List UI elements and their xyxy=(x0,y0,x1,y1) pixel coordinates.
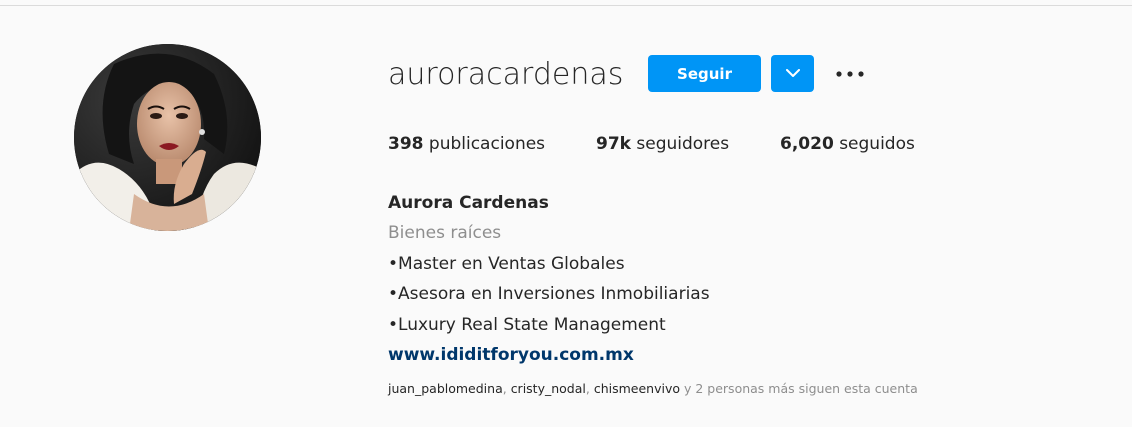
following-label: seguidos xyxy=(839,134,915,154)
profile-username: auroracardenas xyxy=(388,57,624,92)
profile-avatar[interactable] xyxy=(74,44,261,231)
posts-label: publicaciones xyxy=(428,134,546,154)
profile-full-name: Aurora Cardenas xyxy=(388,193,549,213)
followers-count: 97k xyxy=(596,134,631,154)
posts-count: 398 xyxy=(388,134,424,154)
followed-by-separator: , xyxy=(502,381,511,396)
following-stat[interactable]: 6,020 seguidos xyxy=(780,134,915,154)
follow-button-label: Seguir xyxy=(677,64,732,83)
profile-category: Bienes raíces xyxy=(388,223,502,244)
posts-stat: 398 publicaciones xyxy=(388,134,545,154)
followed-by-separator: , xyxy=(585,381,594,396)
follow-button[interactable]: Seguir xyxy=(648,55,761,92)
followers-stat[interactable]: 97k seguidores xyxy=(596,134,729,154)
follower-account-link[interactable]: chismeenvivo xyxy=(594,381,680,396)
more-options-button[interactable] xyxy=(832,62,868,86)
more-options-icon xyxy=(836,71,864,77)
bio-line: •Luxury Real State Management xyxy=(388,314,666,335)
followed-by-suffix: y 2 personas más siguen esta cuenta xyxy=(680,381,918,396)
follower-account-link[interactable]: cristy_nodal xyxy=(511,381,586,396)
followers-label: seguidores xyxy=(636,134,730,154)
followed-by-info[interactable]: juan_pablomedina, cristy_nodal, chismeen… xyxy=(388,381,918,396)
avatar-photo xyxy=(74,44,261,231)
top-divider xyxy=(0,5,1132,6)
profile-bio: Aurora Cardenas Bienes raíces •Master en… xyxy=(388,188,710,370)
follower-account-link[interactable]: juan_pablomedina xyxy=(388,381,503,396)
bio-line: •Asesora en Inversiones Inmobiliarias xyxy=(388,284,710,305)
following-count: 6,020 xyxy=(780,134,834,154)
profile-website-link[interactable]: www.ididitforyou.com.mx xyxy=(388,340,710,370)
chevron-down-icon xyxy=(785,69,800,77)
bio-line: •Master en Ventas Globales xyxy=(388,253,625,274)
suggested-accounts-button[interactable] xyxy=(771,55,814,92)
